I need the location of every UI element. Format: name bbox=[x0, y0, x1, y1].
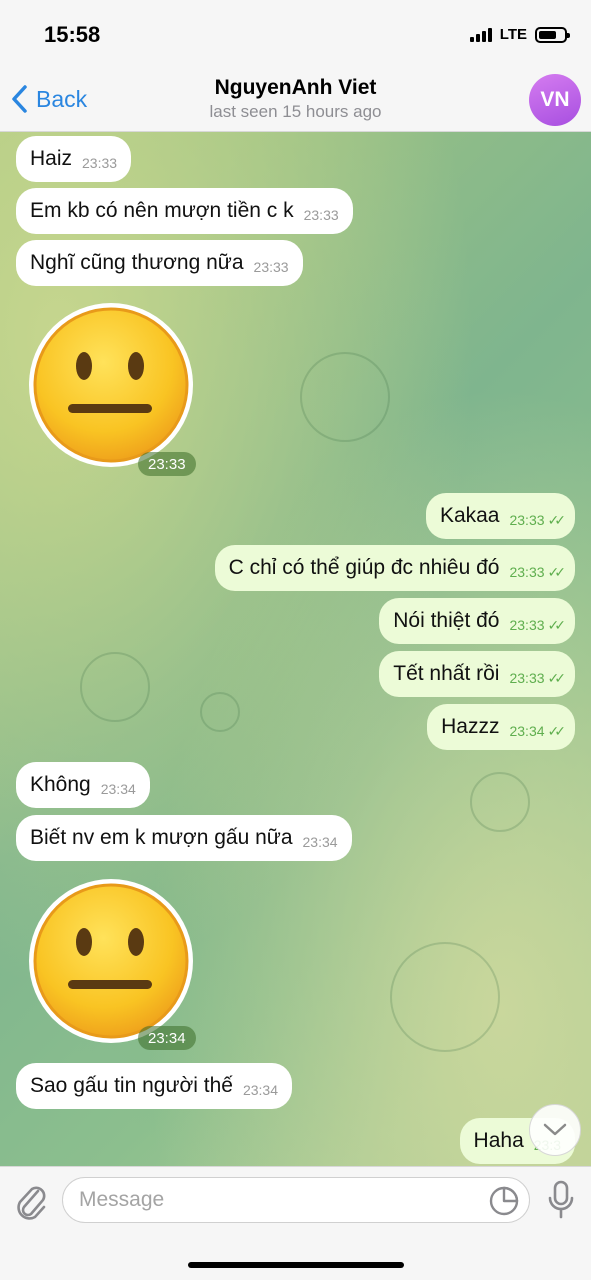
message-time: 23:33 bbox=[253, 259, 289, 275]
status-indicators: LTE bbox=[469, 26, 570, 43]
avatar[interactable]: VN bbox=[529, 74, 581, 126]
message-bubble-outgoing[interactable]: Hazzz 23:34 ✓✓ bbox=[427, 704, 575, 750]
double-check-icon: ✓✓ bbox=[547, 511, 567, 528]
message-text: Sao gấu tin người thế bbox=[30, 1074, 233, 1097]
message-text: Nói thiệt đó bbox=[393, 609, 500, 632]
signal-icon bbox=[469, 27, 492, 42]
double-check-icon: ✓✓ bbox=[547, 669, 567, 686]
background-doodle bbox=[390, 942, 500, 1052]
message-time: 23:34 bbox=[242, 1082, 279, 1098]
contact-info[interactable]: NguyenAnh Viet last seen 15 hours ago bbox=[150, 76, 441, 122]
message-input[interactable] bbox=[62, 1177, 530, 1223]
network-type: LTE bbox=[499, 26, 527, 43]
chevron-down-icon bbox=[543, 1123, 567, 1136]
double-check-icon: ✓✓ bbox=[547, 563, 567, 580]
status-time: 15:58 bbox=[44, 22, 101, 47]
message-text: C chỉ có thể giúp đc nhiêu đó bbox=[228, 556, 500, 579]
message-bubble-incoming[interactable]: Haiz 23:33 bbox=[16, 136, 132, 182]
double-check-icon: ✓✓ bbox=[547, 722, 567, 739]
message-bubble-incoming[interactable]: Em kb có nên mượn tiền c k 23:33 bbox=[16, 188, 353, 234]
sticker-icon[interactable] bbox=[488, 1185, 520, 1217]
message-bubble-incoming[interactable]: Sao gấu tin người thế 23:34 bbox=[16, 1063, 293, 1109]
message-text: Nghĩ cũng thương nữa bbox=[30, 251, 244, 274]
contact-name: NguyenAnh Viet bbox=[214, 76, 377, 99]
message-bubble-outgoing[interactable]: C chỉ có thể giúp đc nhiêu đó 23:33 ✓✓ bbox=[214, 545, 575, 591]
status-bar: 15:58 LTE bbox=[0, 0, 591, 70]
message-text: Haha bbox=[473, 1129, 524, 1152]
message-text: Tết nhất rồi bbox=[393, 662, 500, 685]
message-time: 23:34 bbox=[509, 723, 545, 739]
back-button[interactable]: Back bbox=[10, 84, 87, 114]
background-doodle bbox=[470, 772, 530, 832]
message-text: Kakaa bbox=[439, 504, 500, 527]
sticker-time: 23:33 bbox=[138, 452, 196, 476]
chat-header: Back NguyenAnh Viet last seen 15 hours a… bbox=[0, 70, 591, 132]
microphone-icon[interactable] bbox=[546, 1179, 576, 1221]
message-time: 23:33 bbox=[509, 564, 545, 580]
background-doodle bbox=[80, 652, 150, 722]
chat-area[interactable]: Haiz 23:33 Em kb có nên mượn tiền c k 23… bbox=[0, 132, 591, 1166]
battery-icon bbox=[535, 26, 570, 43]
neutral-face-sticker[interactable] bbox=[26, 300, 196, 470]
message-bubble-outgoing[interactable]: Nói thiệt đó 23:33 ✓✓ bbox=[379, 598, 575, 644]
message-time: 23:34 bbox=[302, 834, 338, 850]
message-bubble-incoming[interactable]: Không 23:34 bbox=[16, 762, 150, 808]
neutral-face-sticker[interactable] bbox=[26, 876, 196, 1046]
message-text: Biết nv em k mượn gấu nữa bbox=[30, 826, 293, 849]
message-text: Không bbox=[30, 773, 91, 796]
background-doodle bbox=[300, 352, 390, 442]
message-time: 23:33 bbox=[509, 617, 545, 633]
double-check-icon: ✓✓ bbox=[547, 616, 567, 633]
paperclip-icon[interactable] bbox=[14, 1181, 48, 1221]
message-bubble-outgoing[interactable]: Tết nhất rồi 23:33 ✓✓ bbox=[379, 651, 575, 697]
message-time: 23:33 bbox=[82, 155, 118, 171]
message-time: 23:33 bbox=[509, 670, 545, 686]
message-bubble-incoming[interactable]: Nghĩ cũng thương nữa 23:33 bbox=[16, 240, 303, 286]
message-text: Haiz bbox=[30, 147, 73, 170]
back-chevron-icon bbox=[12, 85, 27, 113]
message-bubble-incoming[interactable]: Biết nv em k mượn gấu nữa 23:34 bbox=[16, 815, 352, 861]
sticker-time: 23:34 bbox=[138, 1026, 196, 1050]
message-text: Em kb có nên mượn tiền c k bbox=[30, 199, 294, 222]
message-time: 23:33 bbox=[509, 512, 545, 528]
scroll-to-bottom-button[interactable] bbox=[529, 1104, 581, 1156]
last-seen: last seen 15 hours ago bbox=[209, 102, 382, 121]
message-time: 23:33 bbox=[303, 207, 339, 223]
background-doodle bbox=[200, 692, 240, 732]
home-indicator bbox=[188, 1262, 404, 1268]
message-bubble-outgoing[interactable]: Kakaa 23:33 ✓✓ bbox=[425, 493, 575, 539]
message-text: Hazzz bbox=[441, 715, 500, 738]
message-time: 23:34 bbox=[100, 781, 136, 797]
back-label: Back bbox=[36, 85, 88, 112]
